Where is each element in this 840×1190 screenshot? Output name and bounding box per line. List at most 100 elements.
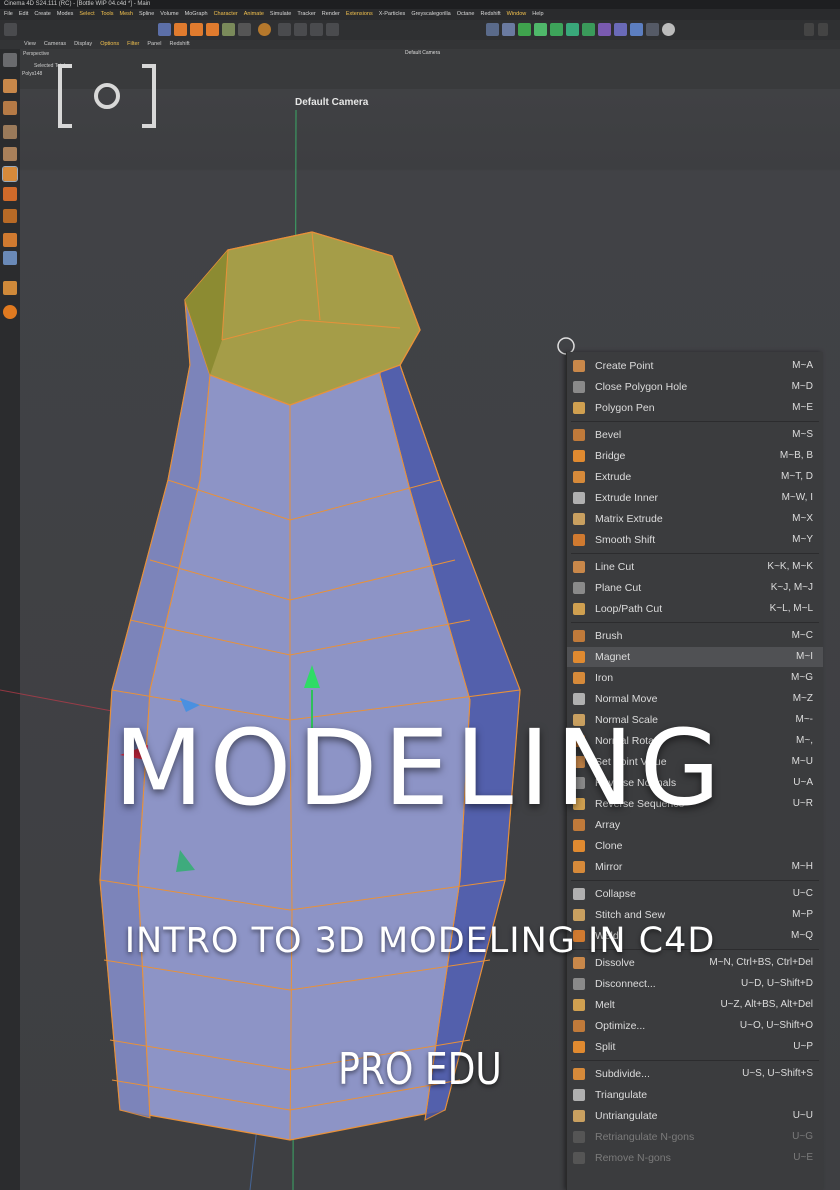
menu-item-label: Remove N-gons	[595, 1152, 671, 1164]
menu-item-shortcut: K~K, M~K	[767, 561, 813, 572]
menu-item-shortcut: U~G	[792, 1131, 813, 1142]
menu-separator	[571, 622, 819, 623]
smooth-shift-icon	[573, 534, 585, 546]
menu-item-iron[interactable]: Iron M~G	[567, 668, 823, 688]
line-cut-icon	[573, 561, 585, 573]
menu-item-line-cut[interactable]: Line Cut K~K, M~K	[567, 557, 823, 577]
menu-item-matrix-extrude[interactable]: Matrix Extrude M~X	[567, 509, 823, 529]
menu-item-label: Disconnect...	[595, 978, 656, 990]
menu-item-shortcut: K~J, M~J	[770, 582, 813, 593]
menu-item-shortcut: M~Z	[792, 693, 813, 704]
menu-item-create-point[interactable]: Create Point M~A	[567, 356, 823, 376]
optimize-icon	[573, 1020, 585, 1032]
menu-item-label: Stitch and Sew	[595, 909, 666, 921]
menu-item-shortcut: M~G	[791, 672, 813, 683]
menu-item-shortcut: U~Z, Alt+BS, Alt+Del	[720, 999, 813, 1010]
menu-item-untriangulate[interactable]: Untriangulate U~U	[567, 1106, 823, 1126]
menu-item-shortcut: U~P	[793, 1041, 813, 1052]
menu-item-shortcut: K~L, M~L	[769, 603, 813, 614]
menu-item-brush[interactable]: Brush M~C	[567, 626, 823, 646]
untriangulate-icon	[573, 1110, 585, 1122]
menu-item-shortcut: U~C	[792, 888, 813, 899]
menu-item-plane-cut[interactable]: Plane Cut K~J, M~J	[567, 578, 823, 598]
menu-item-shortcut: M~H	[791, 861, 813, 872]
menu-item-label: Bevel	[595, 429, 622, 441]
menu-item-shortcut: M~W, I	[781, 492, 813, 503]
menu-item-disconnect[interactable]: Disconnect... U~D, U~Shift+D	[567, 974, 823, 994]
create-point-icon	[573, 360, 585, 372]
menu-item-shortcut: M~E	[792, 402, 813, 413]
menu-item-optimize[interactable]: Optimize... U~O, U~Shift+O	[567, 1016, 823, 1036]
menu-item-label: Plane Cut	[595, 582, 642, 594]
menu-item-shortcut: U~O, U~Shift+O	[739, 1020, 813, 1031]
melt-icon	[573, 999, 585, 1011]
menu-item-shortcut: M~A	[792, 360, 813, 371]
mirror-icon	[573, 861, 585, 873]
menu-item-remove-n-gons[interactable]: Remove N-gons U~E	[567, 1148, 823, 1168]
menu-separator	[571, 421, 819, 422]
menu-item-polygon-pen[interactable]: Polygon Pen M~E	[567, 398, 823, 418]
menu-separator	[571, 880, 819, 881]
menu-item-smooth-shift[interactable]: Smooth Shift M~Y	[567, 530, 823, 550]
menu-item-shortcut: U~E	[793, 1152, 813, 1163]
menu-item-label: Line Cut	[595, 561, 635, 573]
menu-item-shortcut: M~P	[792, 909, 813, 920]
stitch-and-sew-icon	[573, 909, 585, 921]
extrude-icon	[573, 471, 585, 483]
menu-item-label: Optimize...	[595, 1020, 646, 1032]
menu-item-label: Iron	[595, 672, 614, 684]
retriangulate-n-gons-icon	[573, 1131, 585, 1143]
menu-item-label: Clone	[595, 840, 623, 852]
menu-item-bridge[interactable]: Bridge M~B, B	[567, 446, 823, 466]
menu-item-shortcut: M~S	[792, 429, 813, 440]
menu-item-extrude-inner[interactable]: Extrude Inner M~W, I	[567, 488, 823, 508]
menu-item-label: Smooth Shift	[595, 534, 656, 546]
polygon-pen-icon	[573, 402, 585, 414]
menu-item-mirror[interactable]: Mirror M~H	[567, 857, 823, 877]
menu-item-retriangulate-n-gons[interactable]: Retriangulate N-gons U~G	[567, 1127, 823, 1147]
extrude-inner-icon	[573, 492, 585, 504]
menu-item-shortcut: M~B, B	[779, 450, 813, 461]
menu-item-label: Polygon Pen	[595, 402, 655, 414]
close-polygon-hole-icon	[573, 381, 585, 393]
menu-item-shortcut: M~Y	[792, 534, 813, 545]
menu-item-label: Normal Move	[595, 693, 658, 705]
menu-item-bevel[interactable]: Bevel M~S	[567, 425, 823, 445]
menu-item-label: Brush	[595, 630, 623, 642]
menu-item-shortcut: M~T, D	[781, 471, 813, 482]
overlay-title: MODELING	[113, 707, 727, 829]
menu-item-shortcut: U~D, U~Shift+D	[741, 978, 813, 989]
menu-item-label: Bridge	[595, 450, 626, 462]
remove-n-gons-icon	[573, 1152, 585, 1164]
menu-item-extrude[interactable]: Extrude M~T, D	[567, 467, 823, 487]
plane-cut-icon	[573, 582, 585, 594]
loop-path-cut-icon	[573, 603, 585, 615]
menu-item-label: Extrude	[595, 471, 632, 483]
bridge-icon	[573, 450, 585, 462]
menu-item-magnet[interactable]: Magnet M~I	[567, 647, 823, 667]
menu-separator	[571, 553, 819, 554]
brush-icon	[573, 630, 585, 642]
menu-item-shortcut: U~U	[792, 1110, 813, 1121]
matrix-extrude-icon	[573, 513, 585, 525]
menu-item-label: Create Point	[595, 360, 654, 372]
menu-item-loop-path-cut[interactable]: Loop/Path Cut K~L, M~L	[567, 599, 823, 619]
overlay-brand: PRO EDU	[338, 1044, 502, 1095]
menu-item-label: Melt	[595, 999, 615, 1011]
pro-edu-logo-icon	[58, 64, 156, 128]
menu-item-label: Retriangulate N-gons	[595, 1131, 695, 1143]
menu-item-clone[interactable]: Clone	[567, 836, 823, 856]
disconnect-icon	[573, 978, 585, 990]
menu-item-label: Mirror	[595, 861, 623, 873]
menu-item-normal-move[interactable]: Normal Move M~Z	[567, 689, 823, 709]
menu-item-label: Collapse	[595, 888, 636, 900]
menu-item-melt[interactable]: Melt U~Z, Alt+BS, Alt+Del	[567, 995, 823, 1015]
menu-item-shortcut: M~C	[791, 630, 813, 641]
menu-item-label: Loop/Path Cut	[595, 603, 663, 615]
overlay-subtitle: INTRO TO 3D MODELING IN C4D	[124, 921, 716, 961]
menu-item-label: Magnet	[595, 651, 631, 663]
menu-item-label: Extrude Inner	[595, 492, 659, 504]
menu-item-shortcut: M~D	[791, 381, 813, 392]
menu-item-close-polygon-hole[interactable]: Close Polygon Hole M~D	[567, 377, 823, 397]
menu-item-collapse[interactable]: Collapse U~C	[567, 884, 823, 904]
